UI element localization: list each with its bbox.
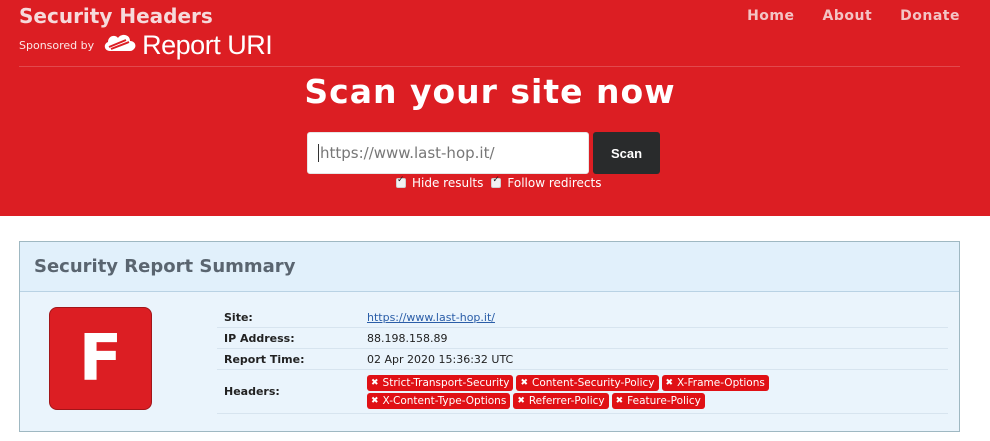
scan-options: Hide results Follow redirects bbox=[396, 175, 602, 190]
nav-home[interactable]: Home bbox=[747, 8, 794, 24]
header-badge-label: Strict-Transport-Security bbox=[382, 376, 510, 389]
nav-about[interactable]: About bbox=[823, 8, 873, 24]
missing-icon: ✖ bbox=[520, 377, 529, 388]
header-badge-label: X-Frame-Options bbox=[677, 376, 765, 389]
missing-icon: ✖ bbox=[371, 377, 379, 388]
header-badge[interactable]: ✖ X-Content-Type-Options bbox=[367, 392, 511, 409]
sponsor-block[interactable]: Sponsored by Report URI bbox=[19, 29, 273, 60]
header-divider bbox=[19, 66, 960, 67]
hero-heading: Scan your site now bbox=[304, 72, 676, 111]
url-input[interactable]: https://www.last-hop.it/ bbox=[307, 132, 589, 174]
report-header: Security Report Summary bbox=[20, 242, 959, 292]
grade-badge: F bbox=[49, 307, 152, 410]
header-badge[interactable]: ✖ Feature-Policy bbox=[611, 392, 705, 409]
header-badge[interactable]: ✖ Referrer-Policy bbox=[513, 392, 609, 409]
ip-label: IP Address: bbox=[224, 331, 295, 345]
table-row-time: Report Time: 02 Apr 2020 15:36:32 UTC bbox=[217, 349, 948, 370]
report-time-value: 02 Apr 2020 15:36:32 UTC bbox=[367, 352, 514, 366]
hide-results-option[interactable]: Hide results bbox=[396, 175, 484, 190]
follow-redirects-checkbox[interactable] bbox=[491, 175, 502, 188]
missing-icon: ✖ bbox=[517, 395, 525, 406]
table-row-site: Site: https://www.last-hop.it/ bbox=[217, 307, 948, 328]
hide-results-label: Hide results bbox=[412, 176, 484, 190]
sponsor-name: Report URI bbox=[142, 29, 273, 60]
header-badge-label: Feature-Policy bbox=[627, 394, 701, 407]
missing-icon: ✖ bbox=[615, 395, 624, 406]
report-title: Security Report Summary bbox=[34, 256, 296, 277]
header-badge-label: X-Content-Type-Options bbox=[382, 394, 507, 407]
ip-value: 88.198.158.89 bbox=[367, 331, 448, 345]
header-badge-label: Referrer-Policy bbox=[528, 394, 605, 407]
top-nav: Home About Donate bbox=[747, 8, 960, 24]
site-link[interactable]: https://www.last-hop.it/ bbox=[367, 311, 495, 324]
header-badge[interactable]: ✖ Content-Security-Policy bbox=[516, 374, 659, 391]
report-body: F Site: https://www.last-hop.it/ IP Addr… bbox=[20, 292, 959, 431]
text-caret bbox=[318, 144, 319, 162]
table-row-ip: IP Address: 88.198.158.89 bbox=[217, 328, 948, 349]
hide-results-checkbox[interactable] bbox=[396, 175, 406, 188]
site-label: Site: bbox=[224, 310, 253, 324]
header-badges: ✖ Strict-Transport-Security ✖ Content-Secu… bbox=[367, 374, 887, 409]
header-badge[interactable]: ✖ X-Frame-Options bbox=[661, 374, 769, 391]
follow-redirects-option[interactable]: Follow redirects bbox=[491, 175, 602, 190]
url-input-value: https://www.last-hop.it/ bbox=[320, 144, 495, 162]
table-row-headers: Headers: ✖ Strict-Transport-Security ✖ Con… bbox=[217, 370, 948, 414]
nav-donate[interactable]: Donate bbox=[900, 8, 960, 24]
report-table: Site: https://www.last-hop.it/ IP Addres… bbox=[217, 307, 948, 414]
hero-banner: Security Headers Sponsored by Report URI… bbox=[0, 0, 990, 216]
header-badge[interactable]: ✖ Strict-Transport-Security bbox=[367, 374, 514, 391]
follow-redirects-label: Follow redirects bbox=[507, 176, 602, 190]
header-badge-label: Content-Security-Policy bbox=[532, 376, 655, 389]
report-uri-cloud-icon bbox=[102, 31, 138, 59]
missing-icon: ✖ bbox=[371, 395, 379, 406]
sponsor-label: Sponsored by bbox=[19, 38, 95, 52]
scan-button[interactable]: Scan bbox=[593, 132, 660, 174]
site-title[interactable]: Security Headers bbox=[19, 4, 213, 28]
security-report-panel: Security Report Summary F Site: https://… bbox=[19, 241, 960, 432]
report-time-label: Report Time: bbox=[224, 352, 305, 366]
missing-icon: ✖ bbox=[665, 377, 674, 388]
headers-label: Headers: bbox=[224, 385, 280, 398]
